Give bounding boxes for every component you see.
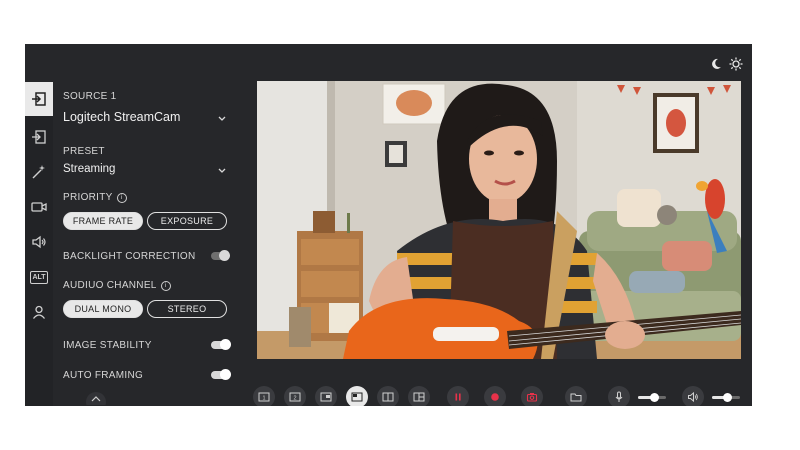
alt-text-icon: ALT: [30, 270, 48, 284]
snapshot-icon: [526, 393, 538, 402]
moon-icon[interactable]: [709, 57, 723, 71]
layout-1-button[interactable]: 1: [253, 386, 275, 406]
layout-pip-alt-button[interactable]: [346, 386, 368, 406]
source-input-2-icon: [32, 130, 46, 144]
speaker-icon: [688, 391, 698, 403]
speaker-icon: [32, 235, 46, 249]
chevron-down-icon[interactable]: [217, 115, 227, 123]
dual-mono-button[interactable]: DUAL MONO: [63, 300, 143, 318]
chevron-down-icon[interactable]: [217, 167, 227, 175]
backlight-toggle[interactable]: [211, 250, 230, 261]
pause-icon: [455, 393, 461, 401]
rail-item-alt[interactable]: ALT: [25, 260, 53, 294]
layout-2-number: 2: [293, 396, 296, 402]
audio-channel-segmented: DUAL MONO STEREO: [63, 300, 227, 320]
layout-split-icon: [382, 392, 394, 402]
priority-label-text: PRIORITY: [63, 192, 113, 203]
layout-pip-alt-icon: [351, 392, 363, 402]
frame-rate-button[interactable]: FRAME RATE: [63, 212, 143, 230]
collapse-up-icon[interactable]: [85, 391, 107, 405]
sun-icon[interactable]: [729, 57, 743, 71]
folder-button[interactable]: [565, 386, 587, 406]
toggle-knob: [220, 369, 231, 380]
magic-wand-icon: [32, 165, 45, 179]
layout-side-icon: [413, 392, 425, 402]
settings-panel: SOURCE 1 Logitech StreamCam PRESET Strea…: [53, 82, 265, 406]
speaker-volume-handle[interactable]: [722, 393, 732, 402]
preset-dropdown[interactable]: Streaming: [63, 163, 115, 175]
preset-label: PRESET: [63, 146, 105, 157]
auto-framing-toggle[interactable]: [211, 369, 231, 380]
icon-rail: ALT: [25, 82, 53, 406]
info-icon[interactable]: i: [160, 281, 171, 291]
toggle-knob: [219, 250, 230, 261]
layout-side-button[interactable]: [408, 386, 430, 406]
mic-volume-handle[interactable]: [650, 393, 660, 402]
audio-channel-label-text: AUDIUO CHANNEL: [63, 280, 157, 291]
rail-item-source[interactable]: [25, 82, 53, 116]
toggle-knob: [220, 339, 231, 350]
layout-split-button[interactable]: [377, 386, 399, 406]
priority-label: PRIORITY i: [63, 192, 127, 203]
image-stability-label: IMAGE STABILITY: [63, 340, 152, 351]
source-dropdown[interactable]: Logitech StreamCam: [63, 110, 180, 124]
image-stability-toggle[interactable]: [211, 339, 231, 350]
speaker-button[interactable]: [682, 386, 704, 406]
layout-1-icon: 1: [258, 392, 270, 402]
exposure-button[interactable]: EXPOSURE: [147, 212, 227, 230]
layout-pip-button[interactable]: [315, 386, 337, 406]
preview-image: [257, 81, 741, 359]
record-button[interactable]: [484, 386, 506, 406]
layout-2-icon: 2: [289, 392, 301, 402]
layout-pip-icon: [320, 392, 332, 402]
source-input-icon: [32, 92, 46, 106]
priority-segmented: FRAME RATE EXPOSURE: [63, 212, 227, 232]
pause-button[interactable]: [447, 386, 469, 406]
snapshot-button[interactable]: [521, 386, 543, 406]
microphone-icon: [615, 391, 623, 402]
audio-channel-label: AUDIUO CHANNEL i: [63, 280, 171, 291]
bottom-toolbar: 1 2: [253, 386, 752, 406]
auto-framing-label: AUTO FRAMING: [63, 370, 144, 381]
mic-volume-slider[interactable]: [638, 393, 666, 402]
microphone-button[interactable]: [608, 386, 630, 406]
folder-icon: [570, 393, 582, 402]
rail-item-audio[interactable]: [25, 225, 53, 259]
rail-item-camera[interactable]: [25, 190, 53, 224]
stereo-button[interactable]: STEREO: [147, 300, 227, 318]
rail-item-account[interactable]: [25, 295, 53, 329]
rail-item-effects[interactable]: [25, 155, 53, 189]
user-icon: [32, 305, 46, 319]
camera-icon: [31, 202, 47, 212]
speaker-volume-slider[interactable]: [712, 393, 740, 402]
source-label: SOURCE 1: [63, 91, 117, 102]
info-icon[interactable]: i: [116, 193, 127, 203]
app-window: ALT SOURCE 1 Logitech StreamCam PRESET S…: [25, 44, 752, 406]
camera-preview[interactable]: [257, 81, 741, 359]
layout-1-number: 1: [262, 396, 265, 402]
layout-2-button[interactable]: 2: [284, 386, 306, 406]
record-icon: [491, 393, 499, 401]
backlight-label: BACKLIGHT CORRECTION: [63, 251, 196, 262]
rail-item-source-2[interactable]: [25, 120, 53, 154]
